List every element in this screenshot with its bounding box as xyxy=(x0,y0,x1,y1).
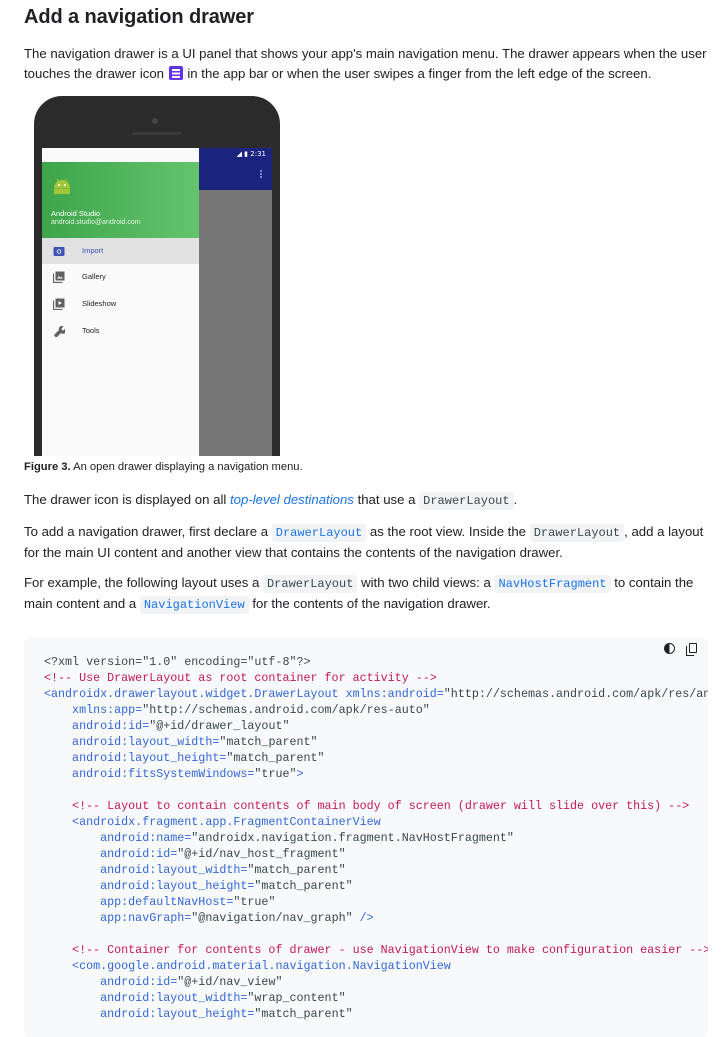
gallery-icon xyxy=(53,271,65,283)
code-line: android:layout_height="match_parent" xyxy=(44,1007,353,1021)
status-time: 2:31 xyxy=(250,150,266,158)
code-line: android:fitsSystemWindows="true"> xyxy=(44,767,304,781)
inline-code: DrawerLayout xyxy=(529,524,625,542)
overflow-menu-icon[interactable] xyxy=(260,170,262,172)
code-block: <?xml version="1.0" encoding="utf-8"?> <… xyxy=(24,637,708,1037)
paragraph-example: For example, the following layout uses a… xyxy=(24,575,694,614)
camera-icon xyxy=(53,247,65,256)
code-line: android:layout_height="match_parent" xyxy=(44,879,353,893)
drawer-item-gallery[interactable]: Gallery xyxy=(42,264,199,290)
code-line: <!-- Use DrawerLayout as root container … xyxy=(44,671,437,685)
slideshow-icon xyxy=(53,298,65,310)
drawer-header: Android Studio android.studio@android.co… xyxy=(42,162,199,238)
code-line: <androidx.fragment.app.FragmentContainer… xyxy=(44,815,381,829)
navhostfragment-link[interactable]: NavHostFragment xyxy=(494,575,611,593)
phone-figure: ▪ ▼ ◢ ▮ 2:31 Android S xyxy=(34,96,280,456)
drawer-item-label: Import xyxy=(82,246,104,255)
phone-camera xyxy=(152,118,158,124)
drawer-item-label: Slideshow xyxy=(82,299,117,308)
code-line: android:id="@+id/nav_host_fragment" xyxy=(44,847,346,861)
drawer-user-name: Android Studio xyxy=(51,209,101,218)
code-line: android:id="@+id/nav_view" xyxy=(44,975,283,989)
drawer-user-email: android.studio@android.com xyxy=(51,219,141,226)
code-line: android:layout_height="match_parent" xyxy=(44,751,325,765)
drawerlayout-link[interactable]: DrawerLayout xyxy=(271,524,367,542)
menu-icon xyxy=(168,66,183,80)
code-line: xmlns:app="http://schemas.android.com/ap… xyxy=(44,703,430,717)
code-line: app:navGraph="@navigation/nav_graph" /> xyxy=(44,911,374,925)
code-line: android:layout_width="match_parent" xyxy=(44,863,346,877)
inline-code: DrawerLayout xyxy=(419,492,514,510)
code-line: <?xml version="1.0" encoding="utf-8"?> xyxy=(44,655,311,669)
code-line: <!-- Container for contents of drawer - … xyxy=(44,943,708,957)
code-line: <com.google.android.material.navigation.… xyxy=(44,959,451,973)
code-line: <!-- Layout to contain contents of main … xyxy=(44,799,690,813)
drawer-item-label: Gallery xyxy=(82,272,106,281)
inline-code: DrawerLayout xyxy=(262,575,358,593)
code-line: android:id="@+id/drawer_layout" xyxy=(44,719,290,733)
code-listing[interactable]: <?xml version="1.0" encoding="utf-8"?> <… xyxy=(44,654,708,1022)
intro-paragraph: The navigation drawer is a UI panel that… xyxy=(24,46,707,81)
app-bar xyxy=(199,162,272,190)
code-line: <androidx.drawerlayout.widget.DrawerLayo… xyxy=(44,687,708,701)
navigation-drawer: Android Studio android.studio@android.co… xyxy=(42,148,199,456)
drawer-item-slideshow[interactable]: Slideshow xyxy=(42,291,199,317)
drawer-item-label: Tools xyxy=(82,326,100,335)
phone-screen: ▪ ▼ ◢ ▮ 2:31 Android S xyxy=(42,148,272,456)
wrench-icon xyxy=(54,326,65,337)
signal-icon: ◢ ▮ xyxy=(236,150,251,158)
paragraph-declare-drawer: To add a navigation drawer, first declar… xyxy=(24,524,704,560)
code-line: app:defaultNavHost="true" xyxy=(44,895,276,909)
code-line: android:layout_width="wrap_content" xyxy=(44,991,346,1005)
code-line: android:name="androidx.navigation.fragme… xyxy=(44,831,514,845)
android-icon xyxy=(54,178,70,194)
top-level-destinations-link[interactable]: top-level destinations xyxy=(230,492,354,507)
drawer-item-tools[interactable]: Tools xyxy=(42,318,199,344)
navigationview-link[interactable]: NavigationView xyxy=(139,596,249,614)
page-title: Add a navigation drawer xyxy=(24,6,254,28)
drawer-item-import[interactable]: Import xyxy=(42,238,199,264)
figure-caption: Figure 3. An open drawer displaying a na… xyxy=(24,461,303,473)
code-line: android:layout_width="match_parent" xyxy=(44,735,318,749)
phone-speaker xyxy=(132,132,182,135)
paragraph-drawer-icon: The drawer icon is displayed on all top-… xyxy=(24,492,518,510)
